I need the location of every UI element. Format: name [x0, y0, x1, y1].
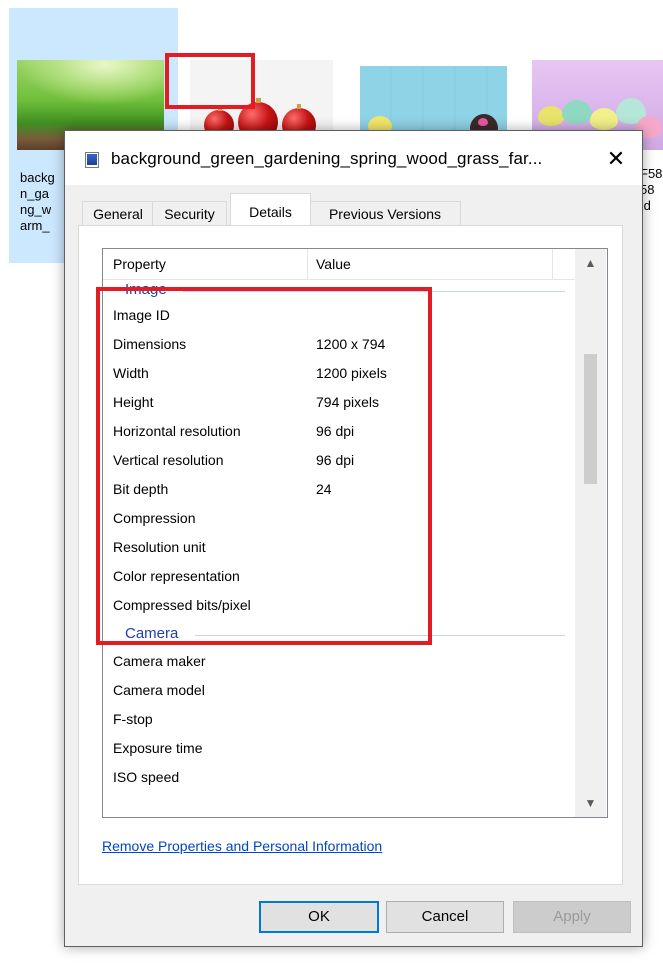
file-label-partial[interactable]: backg n_ga ng_w arm_ — [20, 170, 55, 234]
highlight-box-details-tab — [165, 53, 255, 109]
file-label-partial-right[interactable]: F58 58 !d — [640, 166, 662, 214]
property-row[interactable]: ISO speed — [103, 763, 575, 792]
property-row[interactable]: Camera model — [103, 676, 575, 705]
cancel-button[interactable]: Cancel — [386, 901, 504, 933]
chevron-up-icon[interactable]: ▲ — [575, 249, 606, 277]
property-name: Camera model — [113, 682, 205, 698]
column-header-value[interactable]: Value — [316, 256, 351, 272]
property-name: ISO speed — [113, 769, 180, 785]
apply-button[interactable]: Apply — [513, 901, 631, 933]
property-name: F-stop — [113, 711, 153, 727]
property-name: Exposure time — [113, 740, 203, 756]
chevron-down-icon[interactable]: ▼ — [575, 789, 606, 817]
property-row[interactable]: Camera maker — [103, 647, 575, 676]
ok-button[interactable]: OK — [259, 901, 379, 933]
vertical-scrollbar[interactable]: ▲ ▼ — [575, 249, 606, 817]
scroll-thumb[interactable] — [584, 354, 597, 484]
tab-strip: General Security Previous Versions Detai… — [65, 185, 642, 227]
close-button[interactable]: ✕ — [600, 143, 632, 175]
column-header-property[interactable]: Property — [113, 256, 166, 272]
tab-security[interactable]: Security — [152, 201, 227, 226]
tab-details[interactable]: Details — [230, 193, 311, 227]
column-divider[interactable] — [552, 249, 553, 279]
remove-properties-link[interactable]: Remove Properties and Personal Informati… — [102, 838, 382, 854]
property-row[interactable]: Exposure time — [103, 734, 575, 763]
tab-general[interactable]: General — [82, 201, 154, 226]
highlight-box-image-properties — [96, 287, 432, 645]
image-file-icon — [85, 152, 99, 168]
dialog-title: background_green_gardening_spring_wood_g… — [111, 149, 543, 168]
column-divider[interactable] — [307, 249, 308, 279]
list-header: Property Value — [103, 249, 575, 280]
property-name: Camera maker — [113, 653, 206, 669]
property-row[interactable]: F-stop — [103, 705, 575, 734]
tab-previous-versions[interactable]: Previous Versions — [309, 201, 461, 226]
title-bar[interactable]: background_green_gardening_spring_wood_g… — [65, 131, 642, 185]
